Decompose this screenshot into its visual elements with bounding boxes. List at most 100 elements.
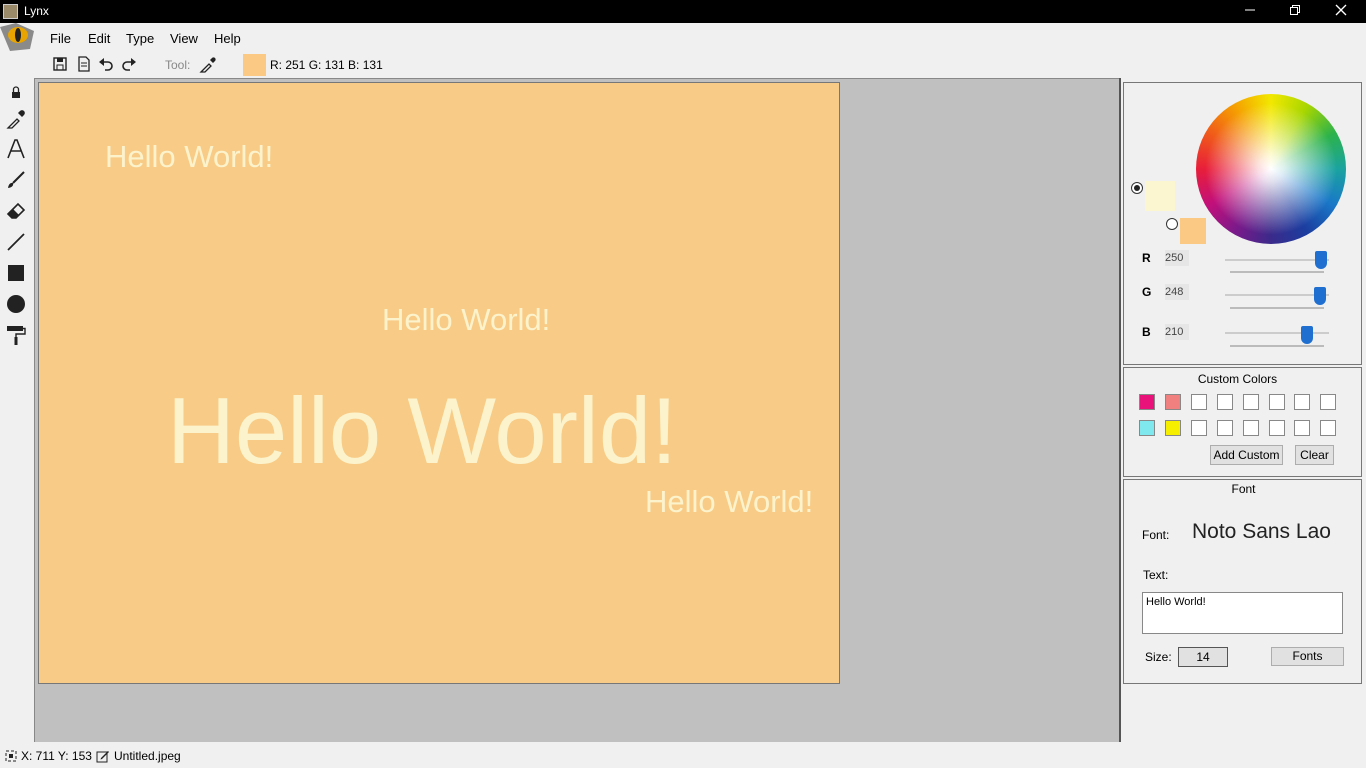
primary-color-radio[interactable] bbox=[1131, 182, 1143, 194]
custom-color-swatch[interactable] bbox=[1294, 420, 1311, 436]
fonts-button[interactable]: Fonts bbox=[1271, 647, 1344, 666]
eyedropper-icon bbox=[6, 110, 25, 129]
green-label: G bbox=[1142, 285, 1152, 299]
green-value[interactable]: 248 bbox=[1165, 284, 1189, 300]
redo-button[interactable] bbox=[121, 56, 139, 74]
menu-help[interactable]: Help bbox=[214, 31, 241, 46]
menu-edit[interactable]: Edit bbox=[88, 31, 110, 46]
clear-button[interactable]: Clear bbox=[1295, 445, 1334, 465]
file-name: Untitled.jpeg bbox=[114, 749, 181, 763]
rectangle-tool[interactable] bbox=[5, 262, 27, 284]
lock-icon bbox=[12, 86, 20, 98]
green-slider-thumb[interactable] bbox=[1314, 287, 1326, 305]
size-label: Size: bbox=[1145, 650, 1172, 664]
undo-button[interactable] bbox=[98, 56, 116, 74]
document-icon bbox=[78, 56, 90, 72]
custom-color-swatch[interactable] bbox=[1164, 420, 1181, 436]
close-button[interactable] bbox=[1318, 0, 1364, 23]
crosshair-icon bbox=[4, 749, 18, 763]
font-panel: Font Font: Noto Sans Lao Text: Hello Wor… bbox=[1123, 479, 1362, 684]
menu-view[interactable]: View bbox=[170, 31, 198, 46]
menu-type[interactable]: Type bbox=[126, 31, 154, 46]
font-name: Noto Sans Lao bbox=[1192, 520, 1331, 543]
undo-icon bbox=[99, 58, 113, 71]
edit-icon bbox=[96, 749, 110, 763]
primary-color-swatch bbox=[1145, 181, 1175, 211]
lock-tool[interactable] bbox=[5, 82, 27, 104]
eraser-icon bbox=[6, 202, 26, 219]
green-slider-ticks bbox=[1230, 307, 1324, 309]
text-input[interactable]: Hello World! bbox=[1142, 592, 1343, 634]
color-wheel[interactable] bbox=[1196, 94, 1346, 244]
title-bar bbox=[0, 0, 1366, 23]
canvas-text: Hello World! bbox=[645, 484, 814, 519]
blue-slider-ticks bbox=[1230, 345, 1324, 347]
close-icon bbox=[1335, 4, 1347, 16]
minimize-icon bbox=[1245, 9, 1255, 11]
secondary-color-radio[interactable] bbox=[1166, 218, 1178, 230]
custom-color-swatch[interactable] bbox=[1216, 394, 1233, 410]
text-tool[interactable] bbox=[5, 138, 27, 160]
minimize-button[interactable] bbox=[1227, 0, 1273, 23]
blue-value[interactable]: 210 bbox=[1165, 324, 1189, 340]
red-value[interactable]: 250 bbox=[1165, 250, 1189, 266]
size-input[interactable]: 14 bbox=[1178, 647, 1228, 667]
custom-color-swatch[interactable] bbox=[1242, 420, 1259, 436]
drawing-canvas[interactable]: Hello World! Hello World! Hello World! H… bbox=[38, 82, 840, 684]
custom-color-swatch[interactable] bbox=[1190, 394, 1207, 410]
line-tool[interactable] bbox=[5, 231, 27, 253]
canvas-text: Hello World! bbox=[105, 139, 274, 174]
restore-button[interactable] bbox=[1272, 0, 1318, 23]
cursor-coordinates: X: 711 Y: 153 bbox=[21, 749, 92, 763]
menu-bar bbox=[0, 23, 1366, 52]
redo-icon bbox=[122, 58, 136, 71]
add-custom-button[interactable]: Add Custom bbox=[1210, 445, 1283, 465]
custom-color-swatch[interactable] bbox=[1164, 394, 1181, 410]
color-picker-panel: R 250 G 248 B 210 bbox=[1123, 82, 1362, 365]
red-slider-ticks bbox=[1230, 271, 1324, 273]
rgb-readout: R: 251 G: 131 B: 131 bbox=[270, 58, 383, 72]
custom-color-swatch[interactable] bbox=[1294, 394, 1311, 410]
eyedropper-tool[interactable] bbox=[5, 108, 27, 130]
blue-slider-thumb[interactable] bbox=[1301, 326, 1313, 344]
ellipse-tool[interactable] bbox=[5, 293, 27, 315]
eraser-tool[interactable] bbox=[5, 200, 27, 222]
app-icon bbox=[3, 4, 18, 19]
status-bar bbox=[0, 742, 1366, 768]
canvas-text: Hello World! bbox=[382, 302, 551, 337]
red-label: R bbox=[1142, 251, 1151, 265]
eyedropper-icon bbox=[199, 57, 216, 73]
restore-icon bbox=[1290, 5, 1300, 15]
paint-roller-icon bbox=[7, 326, 26, 345]
window-title: Lynx bbox=[24, 4, 49, 18]
custom-color-swatch[interactable] bbox=[1139, 420, 1155, 436]
current-tool-indicator bbox=[199, 56, 217, 74]
text-label: Text: bbox=[1143, 568, 1169, 582]
brush-tool[interactable] bbox=[5, 169, 27, 191]
save-icon bbox=[53, 57, 67, 71]
custom-colors-title: Custom Colors bbox=[1197, 372, 1278, 386]
red-slider[interactable] bbox=[1225, 259, 1329, 261]
custom-color-swatch[interactable] bbox=[1320, 420, 1337, 436]
menu-file[interactable]: File bbox=[50, 31, 71, 46]
font-panel-title: Font bbox=[1231, 482, 1256, 496]
save-button[interactable] bbox=[52, 56, 70, 74]
fill-tool[interactable] bbox=[5, 324, 27, 346]
tool-label: Tool: bbox=[165, 58, 191, 72]
custom-color-swatch[interactable] bbox=[1268, 394, 1285, 410]
current-color-swatch bbox=[243, 54, 266, 76]
custom-color-swatch[interactable] bbox=[1216, 420, 1233, 436]
custom-color-swatch[interactable] bbox=[1320, 394, 1337, 410]
custom-color-swatch[interactable] bbox=[1190, 420, 1207, 436]
new-document-button[interactable] bbox=[76, 56, 94, 74]
custom-color-swatch[interactable] bbox=[1242, 394, 1259, 410]
canvas-text: Hello World! bbox=[167, 378, 678, 483]
text-icon bbox=[7, 139, 25, 159]
blue-slider[interactable] bbox=[1225, 332, 1329, 334]
custom-color-swatch[interactable] bbox=[1268, 420, 1285, 436]
secondary-color-swatch bbox=[1180, 218, 1206, 244]
custom-color-swatch[interactable] bbox=[1139, 394, 1155, 410]
lynx-logo bbox=[0, 23, 36, 53]
blue-label: B bbox=[1142, 325, 1151, 339]
red-slider-thumb[interactable] bbox=[1315, 251, 1327, 269]
